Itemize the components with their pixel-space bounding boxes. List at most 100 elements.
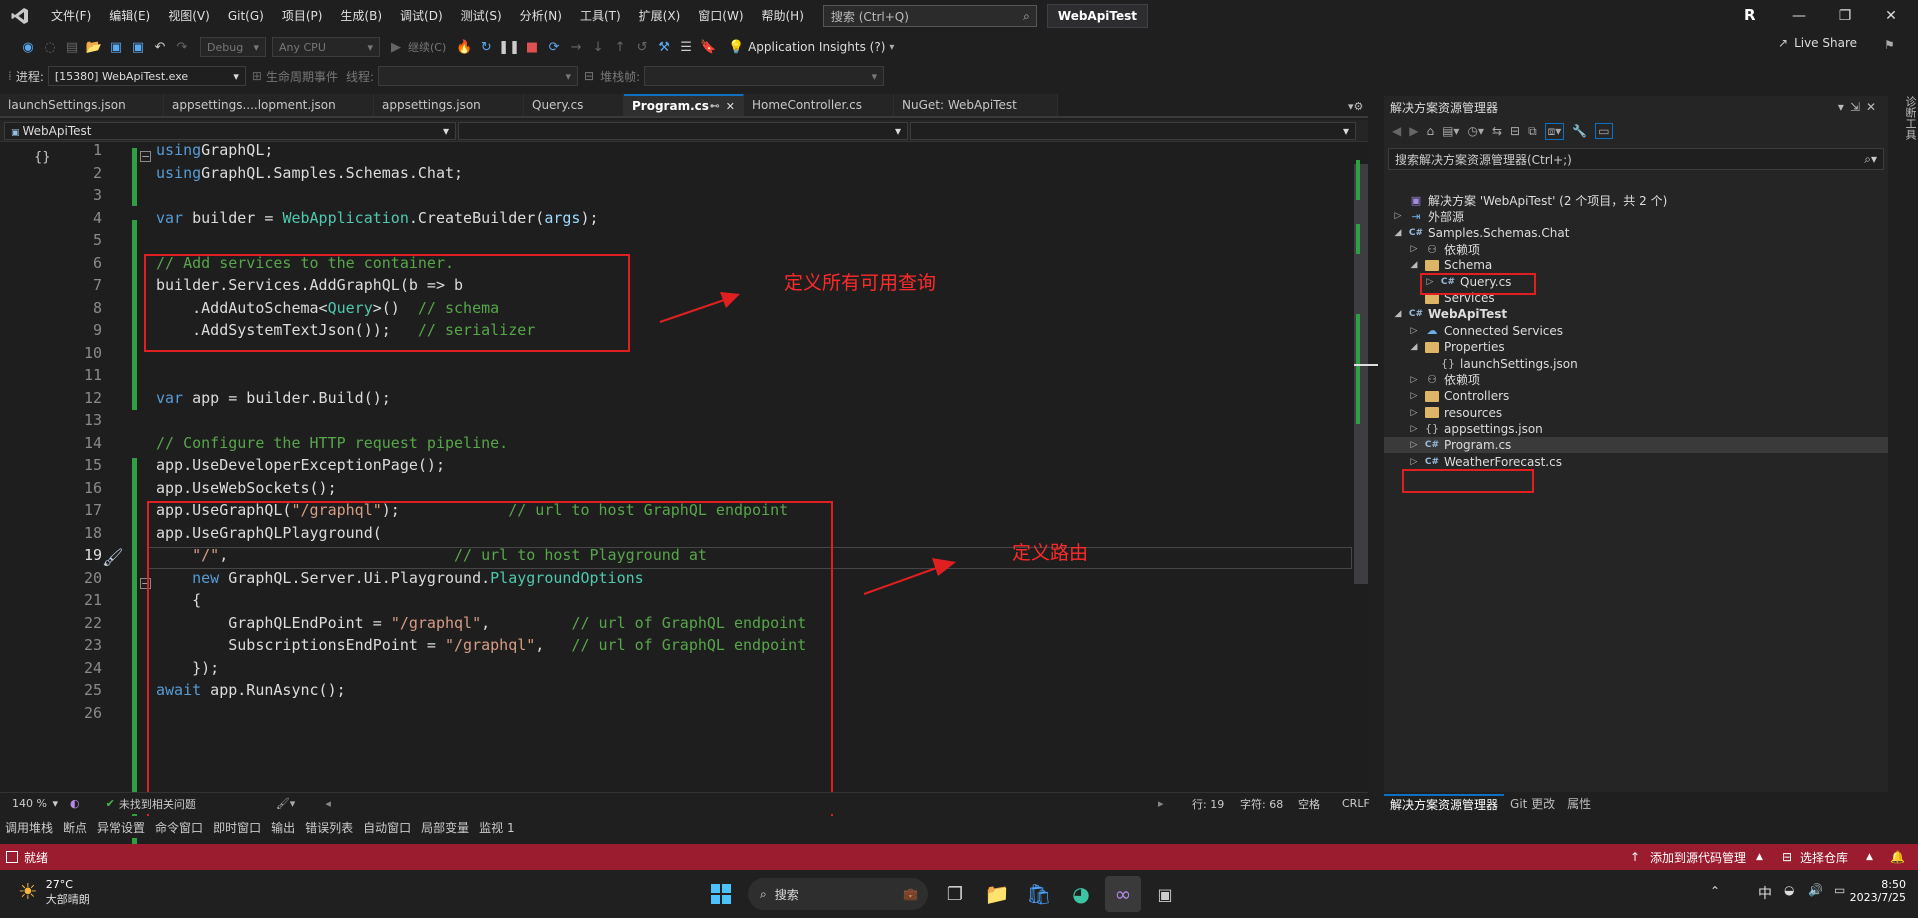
- menu-item[interactable]: 窗口(W): [689, 0, 752, 32]
- tab-document[interactable]: launchSettings.json: [0, 94, 164, 116]
- solution-tree-item[interactable]: {} launchSettings.json: [1384, 356, 1888, 372]
- microsoft-store-icon[interactable]: 🛍: [1021, 876, 1057, 912]
- back-icon[interactable]: ◀: [1392, 124, 1401, 138]
- filter-icon[interactable]: ⧈▾: [1544, 122, 1565, 140]
- solution-tree-item[interactable]: ▷ ⚇ 依赖项: [1384, 372, 1888, 388]
- step-back-icon[interactable]: ↺: [632, 36, 652, 58]
- line-ending-indicator[interactable]: CRLF: [1342, 797, 1370, 810]
- menu-item[interactable]: 测试(S): [452, 0, 511, 32]
- restart-icon[interactable]: ↻: [476, 36, 496, 58]
- stack-filter-icon[interactable]: ⊟: [584, 69, 594, 83]
- collapsed-arrow-icon[interactable]: ▷: [1408, 244, 1420, 254]
- tool-window-tab[interactable]: 局部变量: [416, 819, 474, 836]
- minimize-button[interactable]: —: [1776, 8, 1822, 24]
- switch-views-icon[interactable]: ▤▾: [1442, 124, 1459, 138]
- tray-overflow-icon[interactable]: ⌃: [1710, 884, 1720, 898]
- solution-tree-item[interactable]: ◢ Properties: [1384, 339, 1888, 355]
- code-line[interactable]: var builder = WebApplication.CreateBuild…: [156, 207, 599, 230]
- back-icon[interactable]: ◉: [18, 36, 38, 58]
- expanded-arrow-icon[interactable]: ◢: [1392, 228, 1404, 238]
- step-into-icon[interactable]: ↓: [588, 36, 608, 58]
- menu-item[interactable]: 分析(N): [511, 0, 571, 32]
- stackframe-dropdown[interactable]: ▾: [644, 66, 885, 86]
- tool-window-tab[interactable]: 异常设置: [92, 819, 150, 836]
- platform-dropdown[interactable]: Any CPU ▾: [272, 37, 380, 57]
- member-scope-dropdown[interactable]: ▾: [910, 121, 1356, 140]
- task-view-icon[interactable]: ❐: [937, 876, 973, 912]
- panel-tab[interactable]: Git 更改: [1504, 795, 1561, 812]
- continue-icon[interactable]: ▶: [386, 36, 406, 58]
- tab-document[interactable]: HomeController.cs: [744, 94, 894, 116]
- pending-changes-icon[interactable]: ◷▾: [1467, 124, 1484, 138]
- project-scope-dropdown[interactable]: ▣ WebApiTest ▾: [4, 121, 456, 140]
- visual-studio-taskbar-icon[interactable]: ∞: [1105, 876, 1141, 912]
- expanded-arrow-icon[interactable]: ◢: [1408, 342, 1420, 352]
- code-line[interactable]: app.UseWebSockets();: [156, 477, 337, 500]
- close-window-button[interactable]: ✕: [1868, 8, 1914, 24]
- close-tab-icon[interactable]: ✕: [726, 100, 735, 113]
- code-line[interactable]: var app = builder.Build();: [156, 387, 391, 410]
- code-line[interactable]: usingGraphQL.Samples.Schemas.Chat;: [156, 162, 463, 185]
- project-name-badge[interactable]: WebApiTest: [1046, 4, 1149, 28]
- home-icon[interactable]: ⌂: [1426, 124, 1434, 138]
- step-out-icon[interactable]: ↑: [610, 36, 630, 58]
- collapse-all-icon[interactable]: ⊟: [1510, 124, 1520, 138]
- step-over-icon[interactable]: →: [566, 36, 586, 58]
- redo-icon[interactable]: ↷: [172, 36, 192, 58]
- solution-tree-item[interactable]: ◢ C# WebApiTest: [1384, 306, 1888, 322]
- open-file-icon[interactable]: 📂: [84, 36, 104, 58]
- taskbar-clock[interactable]: 8:50 2023/7/25: [1846, 878, 1906, 904]
- collapsed-arrow-icon[interactable]: ▷: [1408, 391, 1420, 401]
- tool-window-tab[interactable]: 自动窗口: [358, 819, 416, 836]
- collapsed-arrow-icon[interactable]: ▷: [1408, 326, 1420, 336]
- scroll-left-icon[interactable]: ◂: [325, 797, 331, 810]
- solution-tree-item[interactable]: ▣ 解决方案 'WebApiTest' (2 个项目，共 2 个): [1384, 192, 1888, 208]
- tool-window-tab[interactable]: 监视 1: [474, 819, 519, 836]
- tab-document[interactable]: appsettings.json: [374, 94, 524, 116]
- battery-icon[interactable]: ▭: [1834, 883, 1845, 897]
- restart-debug-icon[interactable]: ⟳: [544, 36, 564, 58]
- lifecycle-events-icon[interactable]: ⊞: [252, 69, 262, 83]
- code-line[interactable]: // Configure the HTTP request pipeline.: [156, 432, 508, 455]
- collapsed-arrow-icon[interactable]: ▷: [1408, 457, 1420, 467]
- new-item-icon[interactable]: ▤: [62, 36, 82, 58]
- sync-icon[interactable]: ⇆: [1492, 124, 1502, 138]
- vertical-scrollbar[interactable]: [1354, 142, 1378, 792]
- menu-item[interactable]: 编辑(E): [100, 0, 159, 32]
- tool-window-tab[interactable]: 错误列表: [300, 819, 358, 836]
- menu-item[interactable]: 扩展(X): [630, 0, 690, 32]
- collapsed-arrow-icon[interactable]: ▷: [1408, 424, 1420, 434]
- solution-tree-item[interactable]: ▷ {} appsettings.json: [1384, 421, 1888, 437]
- solution-tree-item[interactable]: ▷ ⚇ 依赖项: [1384, 241, 1888, 257]
- panel-controls[interactable]: ▾⇲✕: [1838, 100, 1882, 114]
- process-dropdown[interactable]: [15380] WebApiTest.exe ▾: [47, 66, 246, 86]
- break-all-icon[interactable]: ❚❚: [498, 36, 520, 58]
- solution-tree-item[interactable]: ▷ resources: [1384, 405, 1888, 421]
- zoom-dropdown[interactable]: 140 % ▾: [6, 793, 64, 814]
- lifecycle-events-button[interactable]: 生命周期事件: [266, 68, 338, 85]
- menu-item[interactable]: Git(G): [219, 0, 273, 32]
- notifications-bell-icon[interactable]: 🔔: [1890, 850, 1905, 864]
- weather-widget[interactable]: ☀ 27°C 大部晴朗: [18, 878, 90, 907]
- tool-window-tab[interactable]: 即时窗口: [208, 819, 266, 836]
- solution-tree-item[interactable]: ▷ ⇥ 外部源: [1384, 208, 1888, 224]
- forward-icon[interactable]: ▶: [1409, 124, 1418, 138]
- pin-icon[interactable]: ⊷: [710, 101, 720, 112]
- menu-item[interactable]: 帮助(H): [753, 0, 813, 32]
- line-indicator[interactable]: 行: 19: [1192, 796, 1224, 812]
- menu-item[interactable]: 项目(P): [273, 0, 332, 32]
- tab-document[interactable]: appsettings....lopment.json: [164, 94, 374, 116]
- feedback-icon[interactable]: ⚑: [1884, 38, 1895, 52]
- save-all-icon[interactable]: ▣: [128, 36, 148, 58]
- thread-dropdown[interactable]: ▾: [378, 66, 578, 86]
- collapsed-arrow-icon[interactable]: ▷: [1408, 375, 1420, 385]
- tool-window-tab[interactable]: 命令窗口: [150, 819, 208, 836]
- solution-tree-item[interactable]: ▷ ☁ Connected Services: [1384, 323, 1888, 339]
- add-to-source-control-button[interactable]: 添加到源代码管理: [1650, 849, 1746, 866]
- preview-icon[interactable]: ▭: [1595, 123, 1613, 139]
- collapsed-arrow-icon[interactable]: ▷: [1408, 440, 1420, 450]
- solution-tree-item[interactable]: ◢ Schema: [1384, 257, 1888, 273]
- expanded-arrow-icon[interactable]: ◢: [1392, 309, 1404, 319]
- bookmark-icon[interactable]: 🔖: [698, 36, 718, 58]
- application-insights-button[interactable]: Application Insights (?): [748, 40, 885, 54]
